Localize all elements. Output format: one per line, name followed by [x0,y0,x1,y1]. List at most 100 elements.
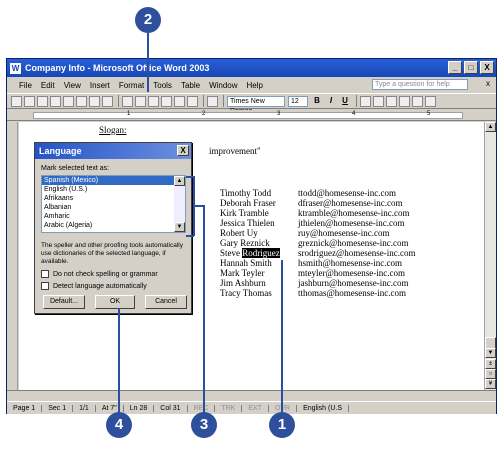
maximize-button[interactable]: □ [464,61,478,74]
numbering-icon[interactable] [399,95,410,107]
previous-page-icon[interactable]: ± [485,359,496,369]
language-item[interactable]: Amharic [42,212,174,221]
language-item[interactable]: Arabic (Algeria) [42,221,174,230]
language-dialog: Language X Mark selected text as: Spanis… [34,142,192,314]
word-icon: W [10,62,21,74]
bullets-icon[interactable] [412,95,423,107]
checkbox-box[interactable] [41,270,49,278]
contact-name: Timothy Todd [220,188,272,198]
contact-email: jthielen@homesense-inc.com [298,218,405,228]
contact-email: srodriguez@homesense-inc.com [298,248,416,258]
align-left-icon[interactable] [360,95,371,107]
next-page-icon[interactable]: ¥ [485,379,496,389]
scroll-up-icon[interactable]: ▲ [485,122,496,132]
contact-name: Deborah Fraser [220,198,276,208]
align-center-icon[interactable] [373,95,384,107]
menu-table[interactable]: Table [181,81,200,90]
browse-object-icon[interactable]: ○ [485,369,496,379]
menu-help[interactable]: Help [247,81,263,90]
menu-window[interactable]: Window [209,81,237,90]
contact-row: Steve Rodriguez srodriguez@homesense-inc.… [220,248,416,258]
contact-row: Jessica Thielen jthielen@homesense-inc.co… [220,218,416,228]
indent-icon[interactable] [425,95,436,107]
doc-close-icon[interactable]: x [486,79,490,88]
save-icon[interactable] [37,95,48,107]
spelling-icon[interactable] [89,95,100,107]
close-button[interactable]: X [480,61,494,74]
default-button[interactable]: Default... [43,295,85,309]
scroll-down-icon[interactable]: ▼ [485,348,496,358]
menu-file[interactable]: File [19,81,32,90]
contact-email: mteyler@homesense-inc.com [298,268,406,278]
language-list[interactable]: Spanish (Mexico) English (U.S.) Afrikaan… [41,175,186,233]
ruler-number: 4 [352,111,356,117]
contact-name: Robert Uy [220,228,258,238]
copy-icon[interactable] [135,95,146,107]
dialog-close-icon[interactable]: X [177,145,189,156]
callout-3: 3 [191,412,217,438]
status-ext[interactable]: EXT [242,404,269,412]
cut-icon[interactable] [122,95,133,107]
status-language[interactable]: English (U.S [297,404,350,412]
print-icon[interactable] [63,95,74,107]
checkbox-box[interactable] [41,282,49,290]
contact-row: Hannah Smith hsmith@homesense-inc.com [220,258,416,268]
no-check-spelling-checkbox[interactable]: Do not check spelling or grammar [41,270,158,278]
dialog-title-bar: Language X [35,143,191,159]
new-icon[interactable] [11,95,22,107]
status-rec[interactable]: REC [188,404,216,412]
bold-button[interactable]: B [311,95,323,107]
toolbar: Times New Roman 12 B I U [7,93,496,115]
contact-email: ttodd@homesense-inc.com [298,188,397,198]
format-painter-icon[interactable] [161,95,172,107]
detect-language-checkbox[interactable]: Detect language automatically [41,282,147,290]
title-bar: W Company Info - Microsoft Office Word 2… [7,59,496,77]
menu-insert[interactable]: Insert [90,81,110,90]
vertical-scrollbar[interactable]: ▲ ▼ ± ○ ¥ [484,122,496,390]
callout-line [281,260,283,415]
menu-format[interactable]: Format [119,81,144,90]
help-icon[interactable] [207,95,218,107]
contact-row: Tracy Thomas tthomas@homesense-inc.com [220,288,416,298]
open-icon[interactable] [24,95,35,107]
permission-icon[interactable] [50,95,61,107]
selected-text[interactable]: Rodriguez [242,248,280,258]
language-scrollbar[interactable]: ▲ ▼ [174,176,185,232]
preview-icon[interactable] [76,95,87,107]
mark-text-label: Mark selected text as: [41,165,110,172]
ruler-number: 2 [202,111,206,117]
callout-line [203,205,205,415]
minimize-button[interactable]: _ [448,61,462,74]
menu-edit[interactable]: Edit [41,81,55,90]
language-item[interactable]: Spanish (Mexico) [42,176,174,185]
line-spacing-icon[interactable] [386,95,397,107]
separator [118,95,119,107]
language-item[interactable]: Albanian [42,203,174,212]
language-item[interactable]: English (U.S.) [42,185,174,194]
horizontal-scrollbar[interactable] [7,390,496,401]
research-icon[interactable] [102,95,113,107]
font-name-select[interactable]: Times New Roman [227,95,285,115]
callout-4: 4 [106,412,132,438]
language-item[interactable]: Afrikaans [42,194,174,203]
contact-row: Timothy Todd ttodd@homesense-inc.com [220,188,416,198]
cancel-button[interactable]: Cancel [145,295,187,309]
menu-tools[interactable]: Tools [153,81,172,90]
undo-icon[interactable] [174,95,185,107]
underline-button[interactable]: U [339,95,351,107]
redo-icon[interactable] [187,95,198,107]
horizontal-ruler[interactable]: 1 2 3 4 5 [7,110,496,121]
italic-button[interactable]: I [325,95,337,107]
font-size-select[interactable]: 12 [288,95,308,107]
ok-button[interactable]: OK [95,295,135,309]
scroll-up-icon[interactable]: ▲ [174,176,185,186]
contact-name: Gary Reznick [220,238,270,248]
status-trk[interactable]: TRK [215,404,243,412]
scroll-down-icon[interactable]: ▼ [174,222,185,232]
contact-email: greznick@homesense-inc.com [298,238,409,248]
menu-view[interactable]: View [64,81,81,90]
menu-bar: File Edit View Insert Format Tools Table… [7,78,496,92]
status-ovr[interactable]: OVR [269,404,298,412]
paste-icon[interactable] [148,95,159,107]
help-search-input[interactable]: Type a question for help [372,79,468,90]
